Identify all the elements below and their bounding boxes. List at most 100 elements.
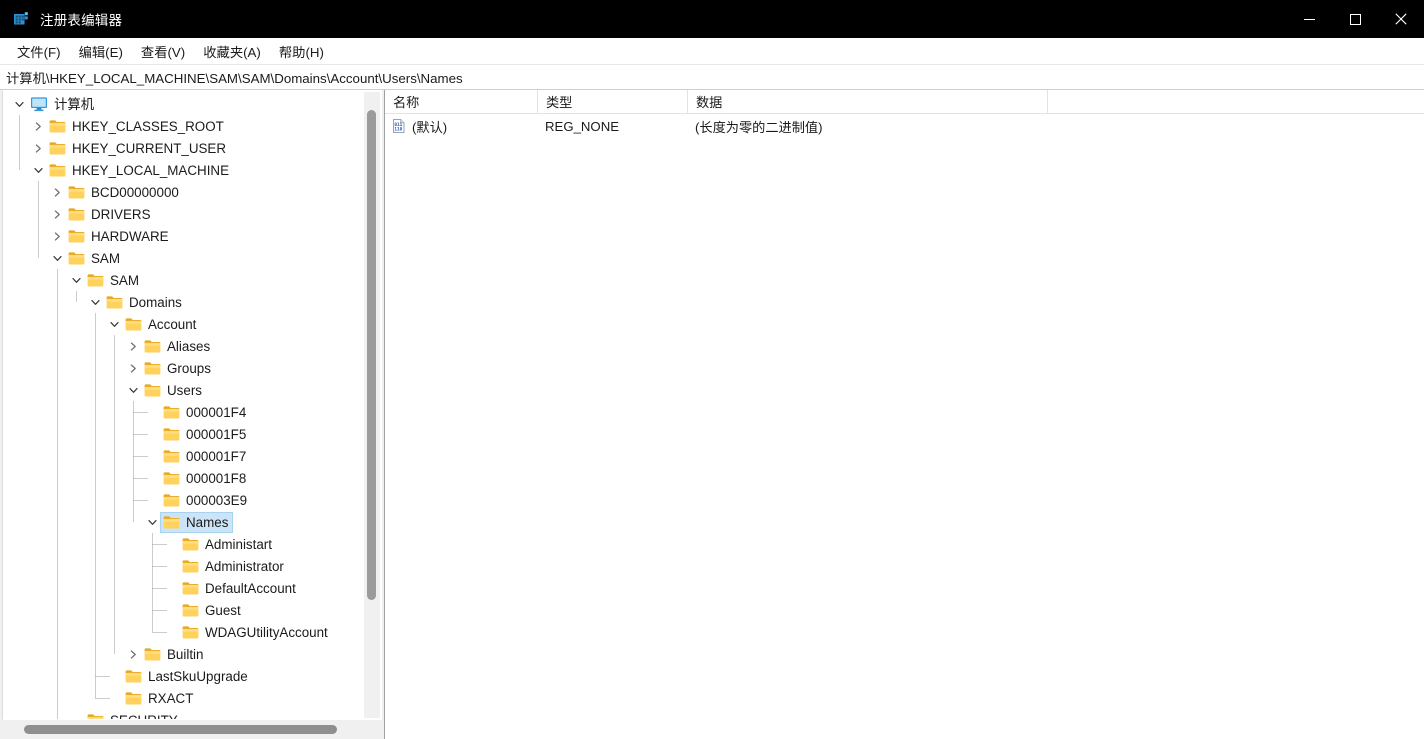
chevron-right-icon[interactable]: [49, 203, 65, 225]
tree-node-label: Aliases: [167, 338, 211, 354]
tree-node-body[interactable]: Users: [141, 380, 207, 401]
folder-icon: [68, 207, 85, 222]
tree-node-body[interactable]: 000001F4: [160, 402, 251, 423]
tree-vertical-scrollbar-thumb[interactable]: [367, 110, 376, 600]
column-header-name[interactable]: 名称: [385, 90, 537, 113]
tree-node-body[interactable]: RXACT: [122, 688, 198, 709]
tree-node-body[interactable]: SAM: [84, 270, 144, 291]
folder-icon: [125, 669, 142, 684]
tree-node-spacer: [163, 577, 179, 599]
tree-vertical-scrollbar[interactable]: [364, 92, 380, 718]
chevron-down-icon[interactable]: [30, 159, 46, 181]
tree-node--[interactable]: 计算机: [3, 93, 364, 115]
tree-node-label: SAM: [110, 272, 140, 288]
tree-node-label: Administart: [205, 536, 272, 552]
chevron-down-icon[interactable]: [106, 313, 122, 335]
svg-text:110: 110: [394, 127, 402, 133]
tree-node-body[interactable]: SECURITY: [84, 710, 183, 720]
value-type-cell: REG_NONE: [545, 118, 620, 134]
tree-node-body[interactable]: Administart: [179, 534, 277, 555]
menu-help[interactable]: 帮助(H): [270, 39, 333, 64]
address-bar[interactable]: 计算机\HKEY_LOCAL_MACHINE\SAM\SAM\Domains\A…: [0, 65, 1424, 90]
tree-guide-line: [95, 313, 96, 698]
chevron-down-icon[interactable]: [87, 291, 103, 313]
tree-node-label: DRIVERS: [91, 206, 151, 222]
computer-icon: [30, 96, 48, 112]
column-header-filler: [1047, 90, 1424, 113]
tree-node-body[interactable]: Domains: [103, 292, 187, 313]
tree-node-sam[interactable]: SAM: [3, 247, 364, 269]
column-header-data[interactable]: 数据: [687, 90, 1047, 113]
tree-node-body[interactable]: Guest: [179, 600, 246, 621]
chevron-down-icon[interactable]: [11, 93, 27, 115]
tree-node-body[interactable]: 000001F7: [160, 446, 251, 467]
tree-horizontal-scrollbar[interactable]: [2, 721, 382, 738]
tree-node-body[interactable]: WDAGUtilityAccount: [179, 622, 333, 643]
tree-node-body[interactable]: HARDWARE: [65, 226, 174, 247]
tree-node-label: Guest: [205, 602, 241, 618]
tree-node-body[interactable]: 000001F5: [160, 424, 251, 445]
tree-node-drivers[interactable]: DRIVERS: [3, 203, 364, 225]
tree-node-label: Users: [167, 382, 202, 398]
tree-node-body[interactable]: DRIVERS: [65, 204, 156, 225]
chevron-down-icon[interactable]: [68, 269, 84, 291]
folder-icon: [163, 405, 180, 420]
tree-node-body[interactable]: HKEY_CURRENT_USER: [46, 138, 231, 159]
tree-node-body[interactable]: Builtin: [141, 644, 208, 665]
chevron-right-icon[interactable]: [30, 115, 46, 137]
tree-node-bcd00000000[interactable]: BCD00000000: [3, 181, 364, 203]
tree-node-body[interactable]: Account: [122, 314, 201, 335]
tree-node-body[interactable]: HKEY_LOCAL_MACHINE: [46, 160, 234, 181]
chevron-right-icon[interactable]: [125, 335, 141, 357]
registry-tree-frame: 计算机 HKEY_CLASSES_ROOT HKEY_CURRENT_USER HKE…: [2, 90, 382, 720]
tree-node-body[interactable]: HKEY_CLASSES_ROOT: [46, 116, 229, 137]
minimize-button[interactable]: [1286, 0, 1332, 38]
table-row[interactable]: 011 110 (默认) REG_NONE (长度为零的二进制值): [385, 114, 1424, 138]
tree-horizontal-scrollbar-thumb[interactable]: [24, 725, 337, 734]
tree-guide-line: [57, 269, 58, 719]
chevron-down-icon[interactable]: [49, 247, 65, 269]
tree-node-body[interactable]: Names: [160, 511, 234, 533]
menu-file[interactable]: 文件(F): [8, 39, 70, 64]
tree-node-label: SECURITY: [110, 712, 178, 720]
chevron-down-icon[interactable]: [144, 511, 160, 533]
chevron-right-icon[interactable]: [30, 137, 46, 159]
tree-node-hkey-local-machine[interactable]: HKEY_LOCAL_MACHINE: [3, 159, 364, 181]
tree-node-spacer: [68, 709, 84, 719]
tree-node-body[interactable]: BCD00000000: [65, 182, 184, 203]
folder-icon: [163, 427, 180, 442]
tree-node-body[interactable]: DefaultAccount: [179, 578, 301, 599]
folder-icon: [163, 471, 180, 486]
chevron-right-icon[interactable]: [49, 181, 65, 203]
close-button[interactable]: [1378, 0, 1424, 38]
menu-view[interactable]: 查看(V): [132, 39, 194, 64]
tree-node-body[interactable]: Aliases: [141, 336, 215, 357]
tree-node-body[interactable]: 计算机: [27, 94, 99, 115]
chevron-right-icon[interactable]: [125, 357, 141, 379]
tree-node-body[interactable]: LastSkuUpgrade: [122, 666, 253, 687]
menu-edit[interactable]: 编辑(E): [70, 39, 132, 64]
tree-node-body[interactable]: 000003E9: [160, 490, 252, 511]
tree-guide-line: [19, 115, 20, 170]
tree-node-hkey-classes-root[interactable]: HKEY_CLASSES_ROOT: [3, 115, 364, 137]
tree-node-body[interactable]: SAM: [65, 248, 125, 269]
tree-node-hardware[interactable]: HARDWARE: [3, 225, 364, 247]
registry-tree-pane: 计算机 HKEY_CLASSES_ROOT HKEY_CURRENT_USER HKE…: [0, 90, 385, 739]
maximize-button[interactable]: [1332, 0, 1378, 38]
chevron-right-icon[interactable]: [49, 225, 65, 247]
chevron-down-icon[interactable]: [125, 379, 141, 401]
tree-node-spacer: [163, 533, 179, 555]
chevron-right-icon[interactable]: [125, 643, 141, 665]
column-header-type[interactable]: 类型: [537, 90, 687, 113]
tree-node-label: 000001F4: [186, 404, 247, 420]
tree-node-body[interactable]: 000001F8: [160, 468, 251, 489]
folder-icon: [163, 449, 180, 464]
value-name-label: (默认): [412, 119, 448, 135]
folder-icon: [144, 339, 161, 354]
menu-favorites[interactable]: 收藏夹(A): [194, 39, 270, 64]
tree-node-label: BCD00000000: [91, 184, 179, 200]
tree-node-body[interactable]: Groups: [141, 358, 216, 379]
tree-node-hkey-current-user[interactable]: HKEY_CURRENT_USER: [3, 137, 364, 159]
tree-node-body[interactable]: Administrator: [179, 556, 289, 577]
value-name-cell: 011 110 (默认): [385, 117, 537, 136]
